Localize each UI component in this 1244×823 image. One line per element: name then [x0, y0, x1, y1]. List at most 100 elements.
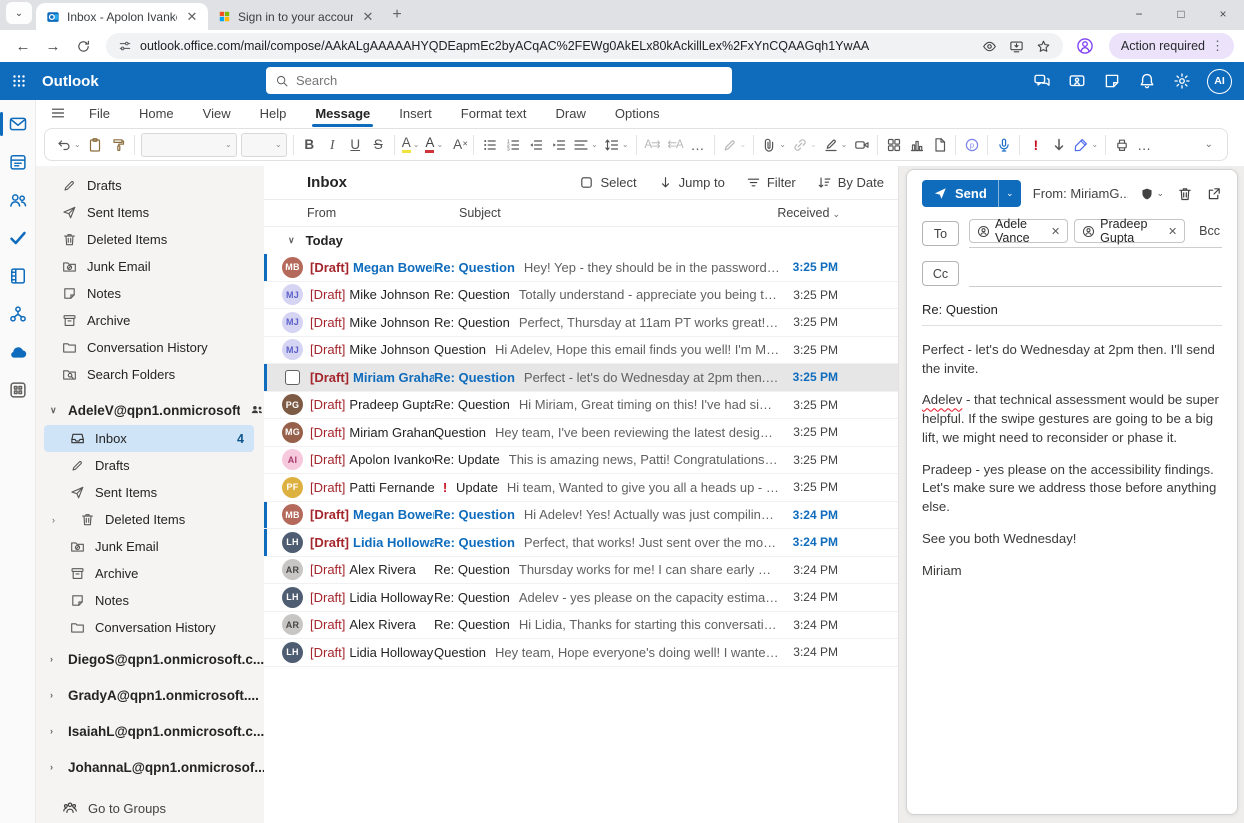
- more-options-icon[interactable]: ⋮: [1205, 38, 1230, 54]
- ribbon-tab-message[interactable]: Message: [314, 103, 371, 124]
- column-from[interactable]: From: [307, 206, 459, 220]
- back-button[interactable]: ←: [10, 33, 36, 59]
- ribbon-tab-insert[interactable]: Insert: [398, 103, 433, 124]
- column-subject[interactable]: Subject: [459, 206, 774, 220]
- eye-icon[interactable]: [982, 39, 997, 54]
- app-launcher-button[interactable]: [0, 62, 38, 100]
- cc-button[interactable]: Cc: [922, 261, 959, 286]
- browser-tab-active[interactable]: Inbox - Apolon Ivankovic - Outl ✕: [36, 3, 208, 30]
- search-input[interactable]: [296, 73, 723, 88]
- notes-feed-button[interactable]: [1102, 71, 1122, 91]
- sidebar-item-deleted-items[interactable]: ›Deleted Items: [36, 506, 264, 533]
- sidebar-item-sent-items[interactable]: Sent Items: [36, 199, 264, 226]
- increase-indent-button[interactable]: [547, 132, 570, 158]
- cc-field[interactable]: [969, 260, 1222, 287]
- signature-button[interactable]: ⌄: [820, 132, 851, 158]
- tab-search-button[interactable]: ⌄: [6, 2, 32, 24]
- more-paragraph-button[interactable]: …: [687, 132, 710, 158]
- row-checkbox[interactable]: [285, 370, 300, 385]
- rail-item-people[interactable]: [0, 184, 36, 216]
- bcc-toggle[interactable]: Bcc: [1191, 224, 1222, 238]
- clear-formatting-button[interactable]: A: [446, 132, 469, 158]
- close-tab-icon[interactable]: ✕: [184, 9, 200, 25]
- poll-button[interactable]: [905, 132, 928, 158]
- recipient-pill[interactable]: Adele Vance✕: [969, 219, 1068, 243]
- remove-recipient-icon[interactable]: ✕: [1051, 225, 1060, 238]
- print-button[interactable]: [1110, 132, 1133, 158]
- right-to-left-button[interactable]: ⇇A: [664, 132, 687, 158]
- jump-to-button[interactable]: Jump to: [658, 175, 725, 190]
- attach-file-button[interactable]: ⌄: [758, 132, 789, 158]
- message-row[interactable]: LH[Draft]Lidia HollowayRe: QuestionAdele…: [264, 584, 898, 612]
- message-row[interactable]: PG[Draft]Pradeep GuptaRe: QuestionHi Mir…: [264, 392, 898, 420]
- sidebar-item-notes[interactable]: Notes: [36, 280, 264, 307]
- message-row[interactable]: PF[Draft]Patti Fernandez!UpdateHi team, …: [264, 474, 898, 502]
- action-required-badge[interactable]: Action required ⋮: [1109, 33, 1234, 59]
- sidebar-item-deleted-items[interactable]: Deleted Items: [36, 226, 264, 253]
- open-in-new-window-button[interactable]: [1206, 186, 1222, 202]
- strikethrough-button[interactable]: S: [367, 132, 390, 158]
- decrease-indent-button[interactable]: [524, 132, 547, 158]
- loop-component-button[interactable]: p: [960, 132, 983, 158]
- message-row[interactable]: MJ[Draft]Mike JohnsonRe: QuestionPerfect…: [264, 309, 898, 337]
- message-row[interactable]: AR[Draft]Alex RiveraRe: QuestionHi Lidia…: [264, 612, 898, 640]
- notifications-button[interactable]: [1137, 71, 1157, 91]
- message-row[interactable]: LH[Draft]Lidia HollowayQuestionHey team,…: [264, 639, 898, 667]
- to-button[interactable]: To: [922, 221, 959, 246]
- line-spacing-button[interactable]: ⌄: [601, 132, 632, 158]
- close-tab-icon[interactable]: ✕: [360, 9, 376, 25]
- styles-button[interactable]: ⌄: [719, 132, 750, 158]
- highlight-button[interactable]: A⌄: [399, 132, 423, 158]
- message-row[interactable]: MG[Draft]Miriam GrahamQuestionHey team, …: [264, 419, 898, 447]
- font-family-select[interactable]: ⌄: [141, 133, 237, 157]
- account-row[interactable]: ›GradyA@qpn1.onmicrosoft....: [36, 677, 264, 713]
- rail-item-calendar[interactable]: [0, 146, 36, 178]
- sidebar-item-conversation-history[interactable]: Conversation History: [36, 334, 264, 361]
- sidebar-item-junk-email[interactable]: Junk Email: [36, 533, 264, 560]
- message-row[interactable]: MJ[Draft]Mike JohnsonQuestionHi Adelev, …: [264, 337, 898, 365]
- site-settings-icon[interactable]: [118, 39, 132, 53]
- sensitivity-button[interactable]: ⌄: [1140, 187, 1164, 201]
- sidebar-item-junk-email[interactable]: Junk Email: [36, 253, 264, 280]
- search-box[interactable]: [266, 67, 732, 94]
- sidebar-item-sent-items[interactable]: Sent Items: [36, 479, 264, 506]
- account-row[interactable]: ›JohannaL@qpn1.onmicrosof...: [36, 749, 264, 785]
- discard-draft-button[interactable]: [1177, 186, 1193, 202]
- left-to-right-button[interactable]: A⇉: [641, 132, 664, 158]
- send-button[interactable]: Send: [922, 180, 998, 207]
- message-row[interactable]: MB[Draft]Megan BowenRe: QuestionHey! Yep…: [264, 254, 898, 282]
- collapse-toolbar-button[interactable]: ⌄: [1205, 139, 1219, 150]
- go-to-groups-button[interactable]: Go to Groups: [36, 794, 264, 822]
- more-commands-button[interactable]: …: [1133, 132, 1156, 158]
- sidebar-item-archive[interactable]: Archive: [36, 560, 264, 587]
- format-painter-button[interactable]: [107, 132, 130, 158]
- apps-button[interactable]: [882, 132, 905, 158]
- italic-button[interactable]: I: [321, 132, 344, 158]
- sidebar-item-search-folders[interactable]: Search Folders: [36, 361, 264, 388]
- account-header[interactable]: ∨AdeleV@qpn1.onmicrosoft.c...: [36, 395, 264, 425]
- insert-link-button[interactable]: ⌄: [789, 132, 820, 158]
- low-importance-button[interactable]: [1047, 132, 1070, 158]
- to-field[interactable]: Adele Vance✕Pradeep Gupta✕ Bcc: [969, 219, 1222, 248]
- ribbon-tab-draw[interactable]: Draw: [555, 103, 587, 124]
- message-row[interactable]: [Draft]Miriam GrahamRe: QuestionPerfect …: [264, 364, 898, 392]
- ribbon-tab-view[interactable]: View: [202, 103, 232, 124]
- sort-by-date-button[interactable]: By Date: [817, 175, 884, 190]
- sidebar-item-inbox[interactable]: Inbox4: [44, 425, 254, 452]
- font-size-select[interactable]: ⌄: [241, 133, 287, 157]
- message-row[interactable]: MB[Draft]Megan BowenRe: QuestionHi Adele…: [264, 502, 898, 530]
- sidebar-item-drafts[interactable]: Drafts: [36, 452, 264, 479]
- undo-button[interactable]: ⌄: [53, 132, 84, 158]
- align-button[interactable]: ⌄: [570, 132, 601, 158]
- video-call-button[interactable]: [1067, 71, 1087, 91]
- rail-item-more-apps[interactable]: [0, 374, 36, 406]
- insert-file-button[interactable]: [928, 132, 951, 158]
- settings-gear-button[interactable]: [1172, 71, 1192, 91]
- account-row[interactable]: ›IsaiahL@qpn1.onmicrosoft.c...: [36, 713, 264, 749]
- sidebar-item-conversation-history[interactable]: Conversation History: [36, 614, 264, 641]
- rail-item-notebook[interactable]: [0, 260, 36, 292]
- meeting-button[interactable]: [850, 132, 873, 158]
- sidebar-item-archive[interactable]: Archive: [36, 307, 264, 334]
- ink-button[interactable]: ⌄: [1070, 132, 1101, 158]
- reload-button[interactable]: [70, 33, 96, 59]
